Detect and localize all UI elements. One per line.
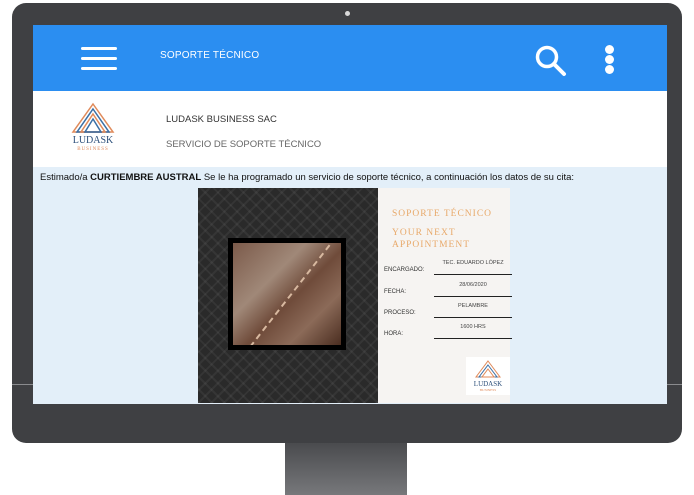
heading-line-1: SOPORTE TÉCNICO (392, 209, 493, 219)
search-icon[interactable] (533, 43, 567, 77)
leather-image-frame (228, 238, 346, 350)
field-proceso: PROCESO: PELAMBRE (384, 303, 512, 318)
monitor-stand (285, 443, 407, 495)
svg-text:LUDASK: LUDASK (73, 135, 114, 146)
field-hora: HORA: 1600 HRS (384, 324, 512, 339)
banner-pattern (198, 188, 378, 403)
field-underline (434, 317, 512, 318)
company-logo: LUDASK BUSINESS (71, 102, 115, 152)
greeting-prefix: Estimado/a (40, 172, 88, 183)
appointment-banner: SOPORTE TÉCNICO YOUR NEXT APPOINTMENT EN… (198, 188, 512, 403)
webcam-dot (345, 11, 350, 16)
appointment-heading: SOPORTE TÉCNICO YOUR NEXT APPOINTMENT (392, 209, 492, 251)
field-encargado: ENCARGADO: TEC. EDUARDO LÓPEZ (384, 260, 512, 275)
screen: SOPORTE TÉCNICO LUDASK BUSINESS LUDASK B… (33, 25, 667, 404)
field-label: FECHA: (384, 289, 407, 295)
svg-text:LUDASK: LUDASK (474, 380, 502, 388)
field-value: TEC. EDUARDO LÓPEZ (442, 260, 504, 266)
field-value: 1600 HRS (460, 324, 486, 330)
app-bar-title: SOPORTE TÉCNICO (160, 50, 260, 61)
field-label: ENCARGADO: (384, 267, 425, 273)
svg-text:BUSINESS: BUSINESS (480, 388, 497, 392)
heading-line-2: YOUR NEXT (392, 228, 456, 239)
leather-image (233, 243, 341, 345)
field-underline (434, 274, 512, 275)
footer-company-logo: LUDASK BUSINESS (466, 357, 510, 395)
greeting-text: Estimado/a CURTIEMBRE AUSTRAL Se le ha p… (40, 172, 574, 183)
company-header: LUDASK BUSINESS LUDASK BUSINESS SAC SERV… (33, 91, 667, 167)
field-value: 28/06/2020 (459, 282, 487, 288)
field-fecha: FECHA: 28/06/2020 (384, 282, 512, 297)
field-label: PROCESO: (384, 310, 416, 316)
more-vertical-icon[interactable] (603, 45, 617, 75)
company-name: LUDASK BUSINESS SAC (166, 114, 277, 125)
field-underline (434, 338, 512, 339)
field-underline (434, 296, 512, 297)
customer-name: CURTIEMBRE AUSTRAL (90, 172, 202, 183)
app-bar: SOPORTE TÉCNICO (33, 25, 667, 91)
greeting-message: Se le ha programado un servicio de sopor… (203, 172, 575, 183)
appointment-card: SOPORTE TÉCNICO YOUR NEXT APPOINTMENT EN… (378, 188, 512, 403)
service-name: SERVICIO DE SOPORTE TÉCNICO (166, 139, 322, 150)
svg-text:BUSINESS: BUSINESS (77, 147, 109, 152)
message-body: Estimado/a CURTIEMBRE AUSTRAL Se le ha p… (33, 167, 667, 404)
menu-icon[interactable] (81, 47, 117, 71)
field-value: PELAMBRE (458, 303, 488, 309)
heading-line-3: APPOINTMENT (392, 239, 471, 250)
field-label: HORA: (384, 331, 404, 337)
